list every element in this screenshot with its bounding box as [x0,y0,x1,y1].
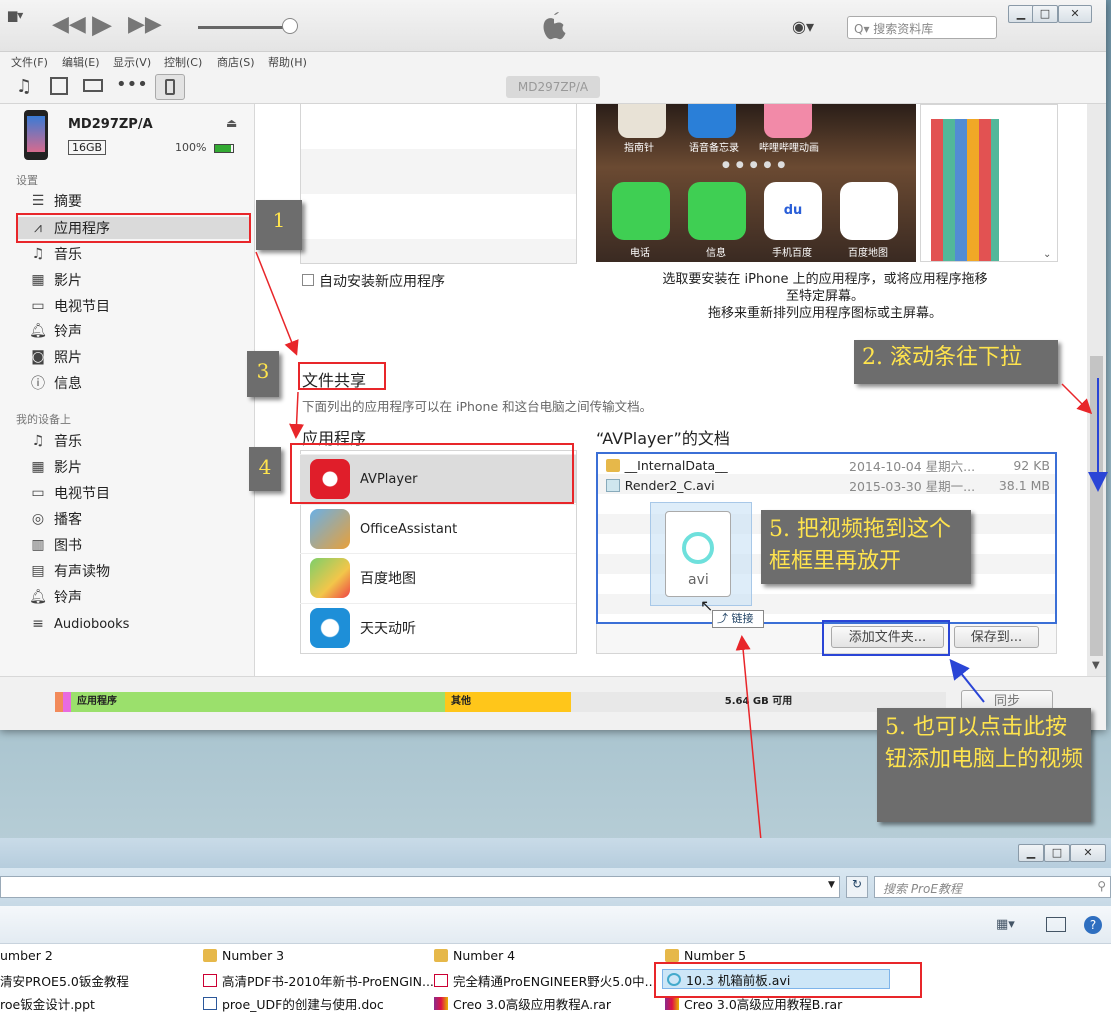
folder-item[interactable]: Number 5 [665,948,746,963]
pdf-icon [434,974,448,987]
arrow-to-scrollbar [1061,383,1093,415]
pdf-icon [203,974,217,987]
refresh-icon[interactable]: ↻ [846,876,868,898]
rar-archive-icon [434,997,448,1010]
view-options-icon[interactable]: ▦▾ [996,917,1015,932]
file-item[interactable]: 完全精通ProENGINEER野火5.0中... [434,971,657,990]
dropdown-arrow-icon[interactable]: ▼ [828,880,835,890]
explorer-close-button[interactable]: ✕ [1070,844,1106,862]
explorer-search-placeholder: 搜索 ProE教程 [883,882,962,896]
file-item[interactable]: Creo 3.0高级应用教程A.rar [434,994,611,1013]
file-item[interactable]: 清安PROE5.0钣金教程 [0,971,129,990]
highlight-avi-file-overlay [654,962,922,998]
explorer-maximize-button[interactable]: □ [1044,844,1070,862]
explorer-minimize-button[interactable]: ▁ [1018,844,1044,862]
arrow-1-to-3 [255,251,299,356]
arrow-to-add-file [949,658,985,703]
word-doc-icon [203,997,217,1010]
folder-icon [434,949,448,962]
rar-archive-icon [665,997,679,1010]
file-item[interactable]: umber 2 [0,948,53,963]
folder-icon [203,949,217,962]
address-bar[interactable] [0,876,840,898]
search-icon: ⚲ [1097,879,1106,893]
file-item[interactable]: proe_UDF的创建与使用.doc [203,994,384,1013]
file-item[interactable]: 高清PDF书-2010年新书-ProENGIN... [203,971,434,990]
folder-item[interactable]: Number 3 [203,948,284,963]
arrow-3-to-4 [289,391,305,439]
explorer-window: ▁ □ ✕ ▼ ↻ 搜索 ProE教程 ⚲ ▦▾ ? umber 2 清安PRO… [0,838,1111,1024]
file-item[interactable]: roe钣金设计.ppt [0,994,95,1013]
explorer-search-field[interactable]: 搜索 ProE教程 ⚲ [874,876,1111,898]
help-icon[interactable]: ? [1084,916,1102,934]
folder-item[interactable]: Number 4 [434,948,515,963]
folder-icon [665,949,679,962]
explorer-address-row: ▼ ↻ 搜索 ProE教程 ⚲ [0,868,1111,906]
explorer-titlebar: ▁ □ ✕ [0,838,1111,868]
explorer-toolbar: ▦▾ ? [0,906,1111,944]
preview-pane-icon[interactable] [1046,917,1066,932]
